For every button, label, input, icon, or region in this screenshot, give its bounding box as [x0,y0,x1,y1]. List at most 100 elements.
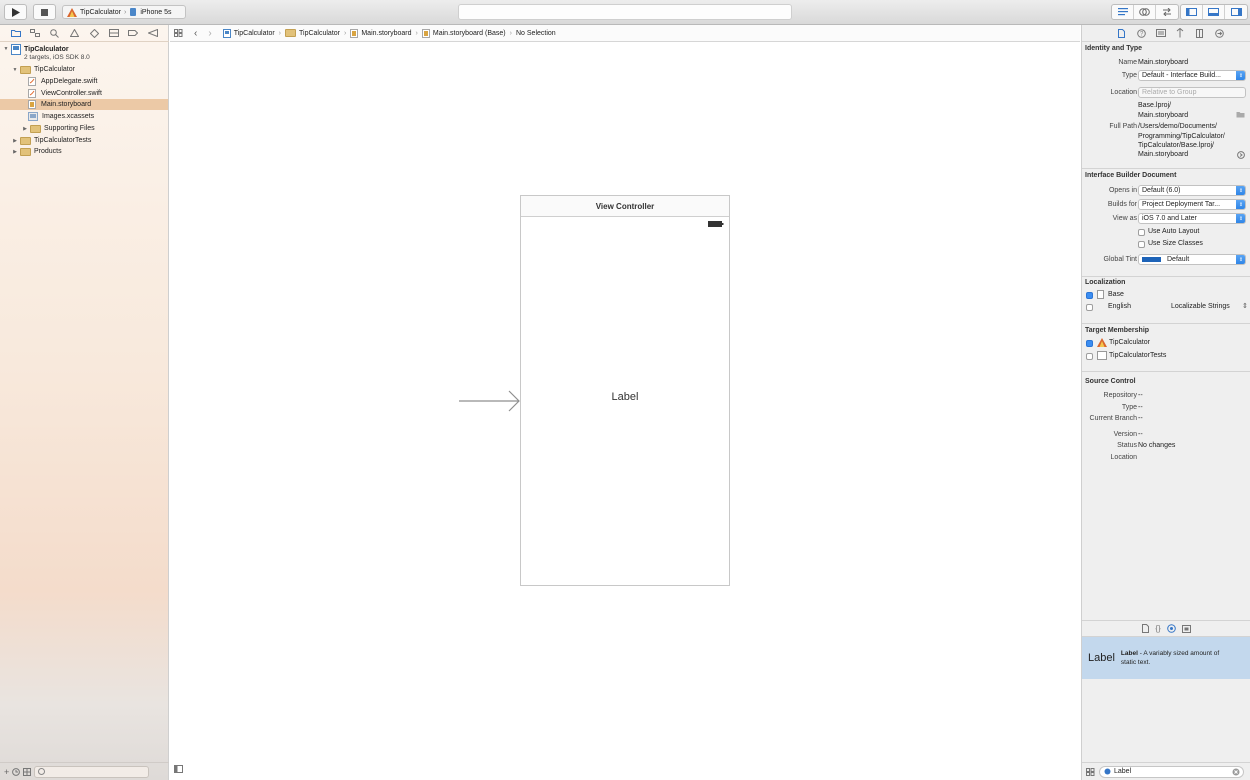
quick-help-icon[interactable]: ? [1132,28,1152,38]
global-tint-value: Default [1167,256,1190,263]
size-inspector-icon[interactable] [1190,28,1210,38]
folder-icon[interactable] [6,26,26,40]
view-as-popup[interactable]: iOS 7.0 and Later ⇕ [1138,213,1246,224]
object-library-icon[interactable] [1166,624,1176,633]
disclosure-open-icon[interactable]: ▼ [3,46,9,52]
assistant-editor-icon[interactable] [1134,5,1156,19]
symbol-navigator-icon[interactable] [26,26,46,40]
toggle-utilities-icon[interactable] [1225,5,1247,19]
warning-icon[interactable] [65,26,85,40]
breadcrumb-label: Main.storyboard [361,29,412,37]
storyboard-file-icon [28,100,36,109]
location-popup[interactable]: Relative to Group [1138,87,1246,98]
test-navigator-icon[interactable] [84,26,104,40]
storyboard-file-icon [350,28,359,38]
breadcrumb-group[interactable]: TipCalculator [285,29,340,37]
size-classes-checkbox[interactable] [1138,241,1145,248]
builds-for-popup[interactable]: Project Deployment Tar... ⇕ [1138,199,1246,210]
jump-bar: ‹ › TipCalculator › TipCalculator › Main… [170,25,1080,42]
reveal-in-finder-icon[interactable] [1237,151,1245,159]
stepper-icon[interactable]: ⇕ [1242,302,1248,310]
file-row[interactable]: AppDelegate.swift [0,76,168,87]
scheme-selector[interactable]: TipCalculator › iPhone 5s [62,5,186,19]
folder-icon [20,147,31,156]
disclosure-closed-icon[interactable]: ▶ [12,138,18,144]
view-as-value: iOS 7.0 and Later [1142,215,1197,222]
folder-icon[interactable] [1236,111,1245,118]
grid-view-icon[interactable] [1086,767,1095,776]
target-tipcalculator-checkbox[interactable] [1086,340,1093,347]
library-item-desc-line: - A variably sized amount of [1137,650,1220,657]
file-name: AppDelegate.swift [41,78,98,85]
localization-english-checkbox[interactable] [1086,304,1093,311]
section-header-source-control: Source Control [1085,378,1136,385]
view-toggle-control[interactable] [1180,4,1248,20]
breadcrumb-file[interactable]: Main.storyboard [350,28,412,38]
identity-inspector-icon[interactable] [1151,29,1171,37]
scene-title[interactable]: View Controller [521,196,729,217]
disclosure-closed-icon[interactable]: ▶ [22,126,28,132]
standard-editor-icon[interactable] [1112,5,1134,19]
toggle-navigator-icon[interactable] [1181,5,1203,19]
initial-view-controller-arrow[interactable] [459,390,521,412]
file-row-selected[interactable]: Main.storyboard [0,99,168,110]
add-icon[interactable]: + [4,767,9,777]
group-row[interactable]: ▶ TipCalculatorTests [0,135,168,146]
global-tint-popup[interactable]: Default ⇕ [1138,254,1246,265]
code-snippet-icon[interactable]: {} [1155,624,1160,633]
clear-icon[interactable] [1232,768,1240,776]
navigator-filter-field[interactable] [34,765,150,778]
status-value: No changes [1138,442,1176,449]
search-icon[interactable] [45,26,65,40]
view-controller-scene[interactable]: View Controller Label [520,195,730,586]
full-path-line: Programming/TipCalculator/ [1138,133,1225,140]
localization-base-checkbox[interactable] [1086,292,1093,299]
opens-in-popup[interactable]: Default (6.0) ⇕ [1138,185,1246,196]
file-inspector-icon[interactable] [1112,28,1132,38]
document-outline-toggle-icon[interactable] [174,765,183,773]
editor-mode-control[interactable] [1111,4,1179,20]
name-value[interactable]: Main.storyboard [1138,59,1188,66]
library-filter-field[interactable]: Label [1099,765,1244,778]
connections-inspector-icon[interactable] [1210,28,1230,38]
report-navigator-icon[interactable] [143,26,163,40]
file-row[interactable]: Images.xcassets [0,111,168,122]
group-row[interactable]: ▶ Supporting Files [0,123,168,134]
navigator-filter-bar: + [0,762,169,780]
popup-arrow-icon: ⇕ [1236,200,1245,209]
clock-icon[interactable] [12,767,21,776]
label-element[interactable]: Label [521,391,729,403]
type-popup[interactable]: Default - Interface Build... ⇕ [1138,70,1246,81]
library-item-label[interactable]: Label Label - A variably sized amount of… [1082,637,1250,679]
storyboard-canvas[interactable]: View Controller Label [170,42,1080,780]
stop-button[interactable] [33,4,56,20]
breakpoint-navigator-icon[interactable] [124,26,144,40]
current-branch-label: Current Branch [1089,415,1137,422]
breadcrumb-localization[interactable]: Main.storyboard (Base) [421,28,506,38]
chevron-right-icon: › [278,29,282,37]
media-library-icon[interactable] [1181,624,1191,633]
attributes-inspector-icon[interactable] [1171,28,1191,38]
localization-english-value[interactable]: Localizable Strings [1171,303,1230,310]
battery-icon [708,221,724,227]
back-icon[interactable]: ‹ [194,28,197,39]
run-button[interactable] [4,4,27,20]
file-template-icon[interactable] [1142,624,1150,633]
location-path-line: Main.storyboard [1138,112,1189,119]
breadcrumb-selection[interactable]: No Selection [516,30,556,37]
grid-icon[interactable] [23,767,32,776]
disclosure-open-icon[interactable]: ▼ [12,67,18,73]
breadcrumb-project[interactable]: TipCalculator [222,28,275,38]
forward-icon[interactable]: › [208,28,211,39]
related-items-icon[interactable] [174,29,183,37]
target-tests-checkbox[interactable] [1086,353,1093,360]
divider [1082,323,1250,324]
debug-navigator-icon[interactable] [104,26,124,40]
toggle-debug-area-icon[interactable] [1203,5,1225,19]
group-row[interactable]: ▶ Products [0,146,168,157]
file-row[interactable]: ViewController.swift [0,88,168,99]
version-editor-icon[interactable] [1156,5,1178,19]
disclosure-closed-icon[interactable]: ▶ [12,149,18,155]
group-row[interactable]: ▼ TipCalculator [0,64,168,75]
auto-layout-checkbox[interactable] [1138,229,1145,236]
